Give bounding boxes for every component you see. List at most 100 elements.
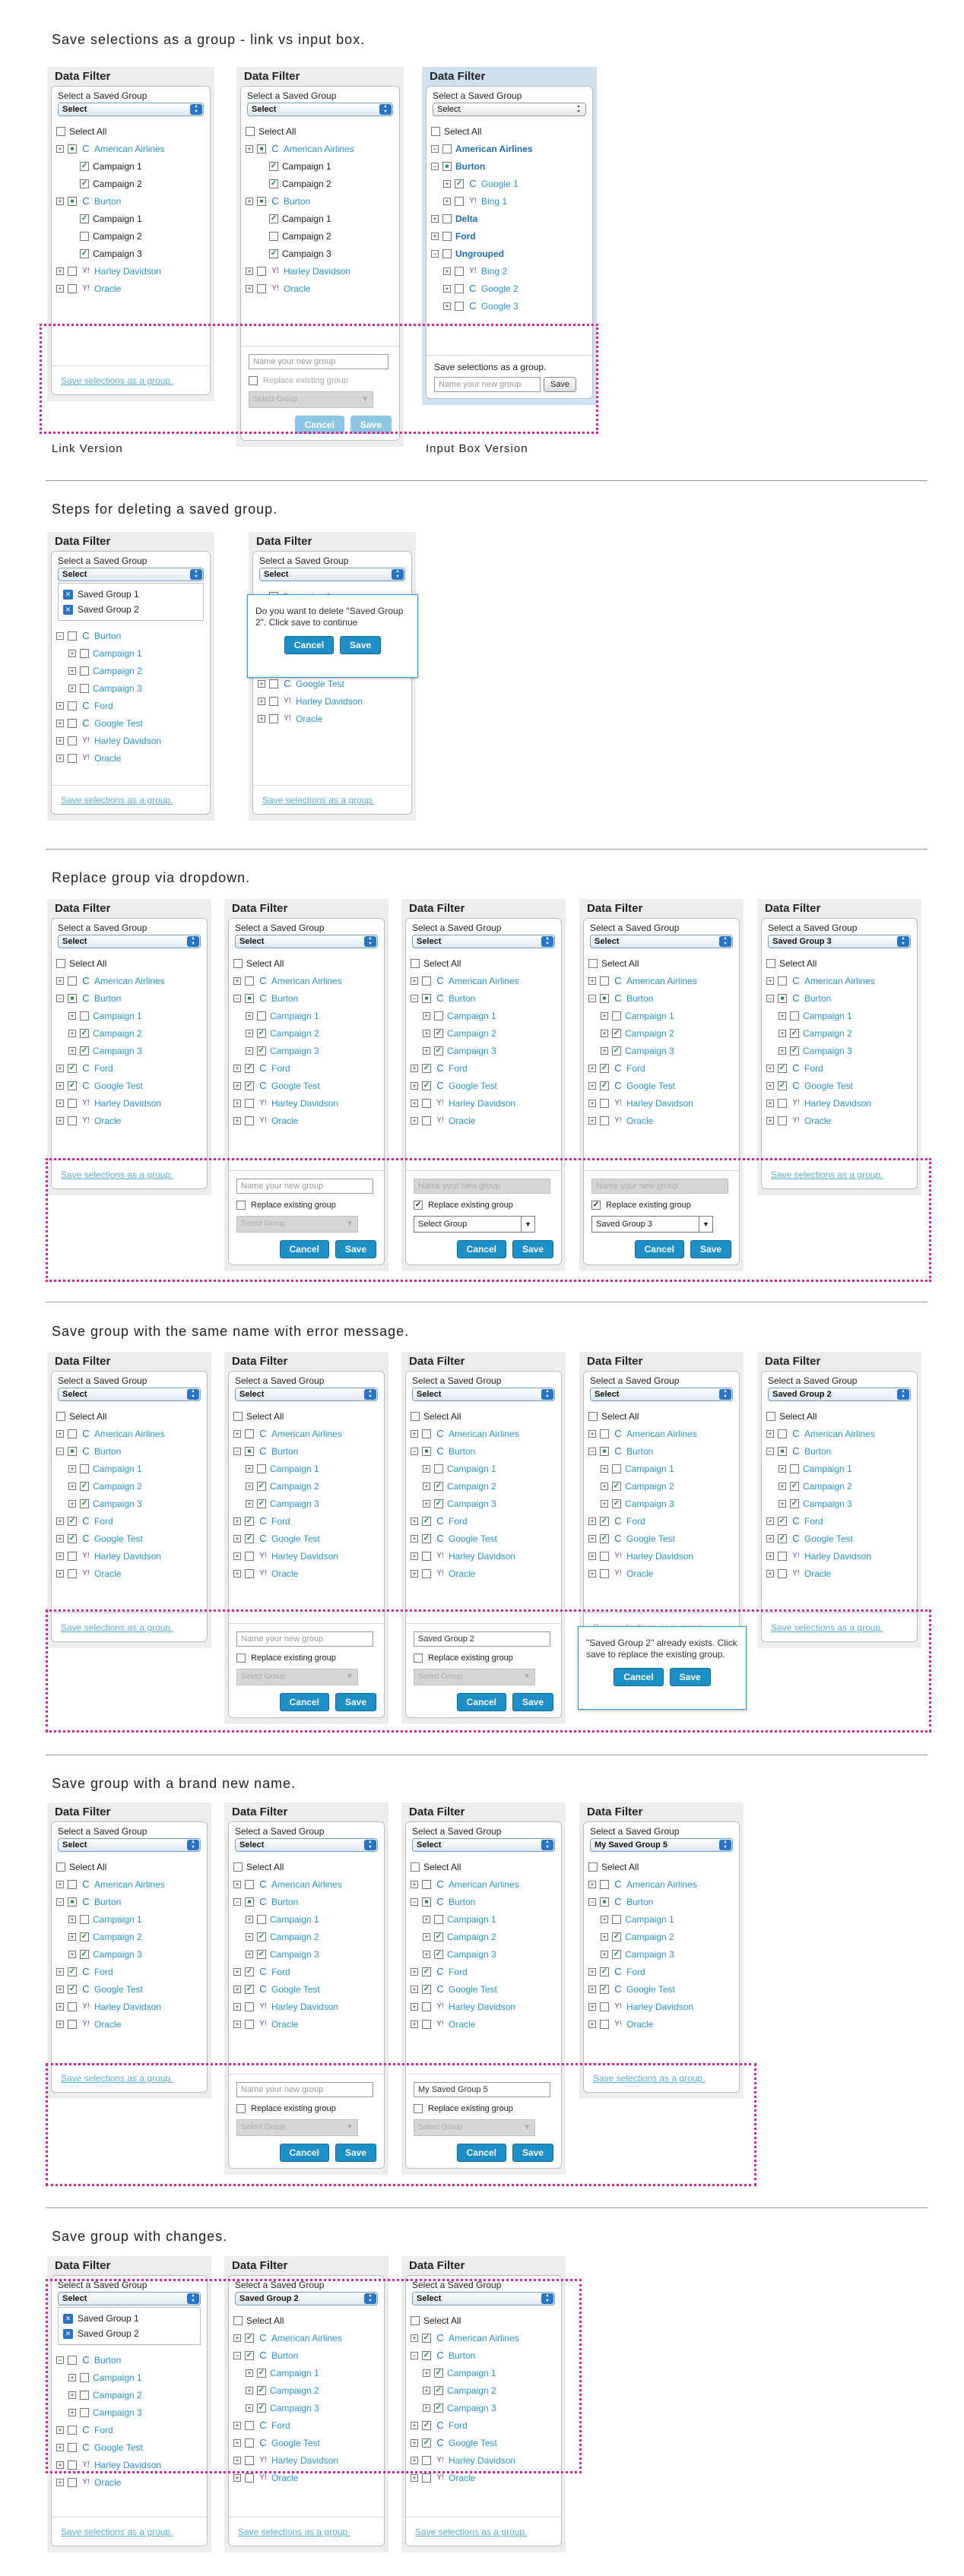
expand-icon[interactable]: +	[766, 976, 774, 985]
expand-icon[interactable]: +	[56, 1064, 64, 1072]
checkbox[interactable]	[422, 2473, 431, 2483]
cancel-button[interactable]: Cancel	[279, 2144, 329, 2162]
checkbox[interactable]	[245, 1551, 254, 1561]
checkbox[interactable]	[68, 2355, 77, 2365]
tree-row[interactable]: + Campaign 1	[411, 1910, 561, 1928]
checkbox[interactable]	[257, 1464, 266, 1473]
collapse-icon[interactable]: −	[411, 1897, 418, 1906]
tree-row[interactable]: + ✓ C Google Test	[588, 1530, 739, 1547]
checkbox[interactable]: ✓	[80, 1028, 89, 1038]
checkbox[interactable]: ✓	[778, 1081, 787, 1090]
tree-row[interactable]: + ✓ Campaign 2	[233, 1024, 384, 1042]
tree-row[interactable]: + ✓ C Google Test	[766, 1077, 917, 1094]
checkbox[interactable]	[422, 2455, 431, 2465]
tree-row[interactable]: + ✓ C Ford	[588, 1059, 739, 1077]
saved-group-select[interactable]: Saved Group 2 ▴ ▾	[235, 2292, 378, 2305]
collapse-icon[interactable]: −	[431, 249, 439, 258]
checkbox[interactable]: ✓	[245, 1967, 254, 1976]
tree-row[interactable]: − ■ C Burton	[766, 989, 917, 1007]
checkbox[interactable]	[778, 1116, 787, 1125]
chevron-down-icon[interactable]: ▴ ▾	[187, 1389, 199, 1400]
select-all-checkbox[interactable]	[233, 2315, 243, 2325]
tree-row[interactable]: − ■ C Burton	[56, 989, 207, 1007]
expand-icon[interactable]: +	[423, 2369, 430, 2377]
tree-row[interactable]: + ✓ C Ford	[588, 1512, 739, 1530]
expand-icon[interactable]: +	[258, 697, 265, 705]
tree-row[interactable]: + ✓ C Ford	[233, 1059, 384, 1077]
expand-icon[interactable]: +	[233, 2002, 241, 2011]
expand-icon[interactable]: +	[56, 284, 64, 293]
checkbox[interactable]	[269, 714, 278, 723]
expand-icon[interactable]: +	[56, 1880, 64, 1888]
save-button[interactable]: Save	[335, 1693, 376, 1711]
tree-row[interactable]: + Y! Oracle	[56, 1565, 207, 1582]
tree-row[interactable]: + Y! Oracle	[233, 2015, 384, 2033]
chevron-down-icon[interactable]: ▴ ▾	[541, 1389, 553, 1400]
checkbox[interactable]	[257, 1914, 266, 1924]
checkbox[interactable]: ✓	[257, 1498, 266, 1508]
checkbox[interactable]: ✓	[600, 1533, 609, 1543]
save-selections-link[interactable]: Save selections as a group.	[229, 2517, 384, 2546]
expand-icon[interactable]: +	[246, 2369, 253, 2377]
checkbox[interactable]	[80, 683, 89, 693]
tree-row[interactable]: + Campaign 1	[411, 1460, 561, 1477]
saved-group-select[interactable]: Saved Group 3 ▴ ▾	[768, 935, 911, 948]
checkbox[interactable]	[245, 1098, 254, 1108]
checkbox[interactable]	[80, 2390, 89, 2400]
expand-icon[interactable]: +	[233, 1534, 241, 1543]
chevron-down-icon[interactable]: ▴ ▾	[541, 1840, 553, 1850]
checkbox[interactable]	[68, 1098, 77, 1108]
expand-icon[interactable]: +	[443, 197, 451, 205]
tree-row[interactable]: + Y! Harley Davidson	[56, 262, 210, 280]
checkbox[interactable]: ✓	[68, 1081, 77, 1090]
checkbox[interactable]	[68, 631, 77, 641]
tree-row[interactable]: + Campaign 1	[588, 1910, 739, 1928]
collapse-icon[interactable]: −	[56, 994, 64, 1002]
tree-row[interactable]: + Y! Harley Davidson	[56, 1094, 207, 1112]
tree-row[interactable]: + C Google 3	[431, 297, 592, 315]
replace-group-select[interactable]: Select Group ▼	[414, 2119, 535, 2136]
tree-row[interactable]: + ✓ Campaign 3	[588, 1042, 739, 1059]
checkbox[interactable]: ✓	[434, 2385, 443, 2395]
group-name-input[interactable]: Name your new group	[414, 1179, 550, 1194]
expand-icon[interactable]: +	[778, 1046, 786, 1055]
tree-row[interactable]: ✓ Campaign 2	[246, 175, 399, 192]
select-all-checkbox[interactable]	[56, 1862, 65, 1872]
group-name-input[interactable]: Name your new group	[236, 1631, 373, 1647]
tree-row[interactable]: + ✓ C Google Test	[233, 1980, 384, 1998]
checkbox[interactable]	[80, 1464, 89, 1473]
checkbox[interactable]: ✓	[269, 214, 278, 223]
expand-icon[interactable]: +	[588, 1081, 596, 1090]
expand-icon[interactable]: +	[68, 649, 76, 657]
save-button[interactable]: Save	[335, 2144, 376, 2162]
expand-icon[interactable]: +	[411, 2421, 418, 2429]
checkbox[interactable]: ✓	[257, 2385, 266, 2395]
checkbox[interactable]	[434, 1914, 443, 1924]
expand-icon[interactable]: +	[443, 267, 451, 275]
tree-row[interactable]: + Y! Harley Davidson	[411, 2451, 561, 2469]
group-name-input[interactable]: My Saved Group 5	[414, 2082, 550, 2097]
expand-icon[interactable]: +	[588, 1534, 596, 1543]
expand-icon[interactable]: +	[601, 1482, 608, 1490]
tree-row[interactable]: − ■ C Burton	[233, 989, 384, 1007]
saved-group-select[interactable]: Select ▴ ▾	[590, 1388, 733, 1401]
collapse-icon[interactable]: −	[766, 1447, 774, 1455]
tree-row[interactable]: ✓ Campaign 1	[56, 210, 210, 227]
checkbox[interactable]	[257, 266, 266, 276]
checkbox[interactable]	[778, 976, 787, 986]
replace-group-select[interactable]: Select Group ▼	[414, 1216, 535, 1233]
select-all-row[interactable]: Select All	[233, 1858, 384, 1875]
group-name-input[interactable]: Name your new group	[249, 354, 388, 369]
tree-row[interactable]: + ✓ Campaign 2	[766, 1024, 917, 1042]
tree-row[interactable]: + Y! Oracle	[233, 1565, 384, 1582]
checkbox[interactable]: ✓	[434, 1932, 443, 1941]
expand-icon[interactable]: +	[56, 736, 64, 745]
checkbox[interactable]: ✓	[422, 2420, 431, 2430]
checkbox[interactable]: ■	[422, 1897, 431, 1907]
expand-icon[interactable]: +	[411, 2473, 418, 2482]
expand-icon[interactable]: +	[423, 1499, 430, 1508]
checkbox[interactable]: ✓	[778, 1516, 787, 1526]
tree-row[interactable]: + Y! Harley Davidson	[588, 1094, 739, 1112]
tree-row[interactable]: + Y! Harley Davidson	[766, 1547, 917, 1565]
tree-row[interactable]: + Campaign 1	[766, 1460, 917, 1477]
